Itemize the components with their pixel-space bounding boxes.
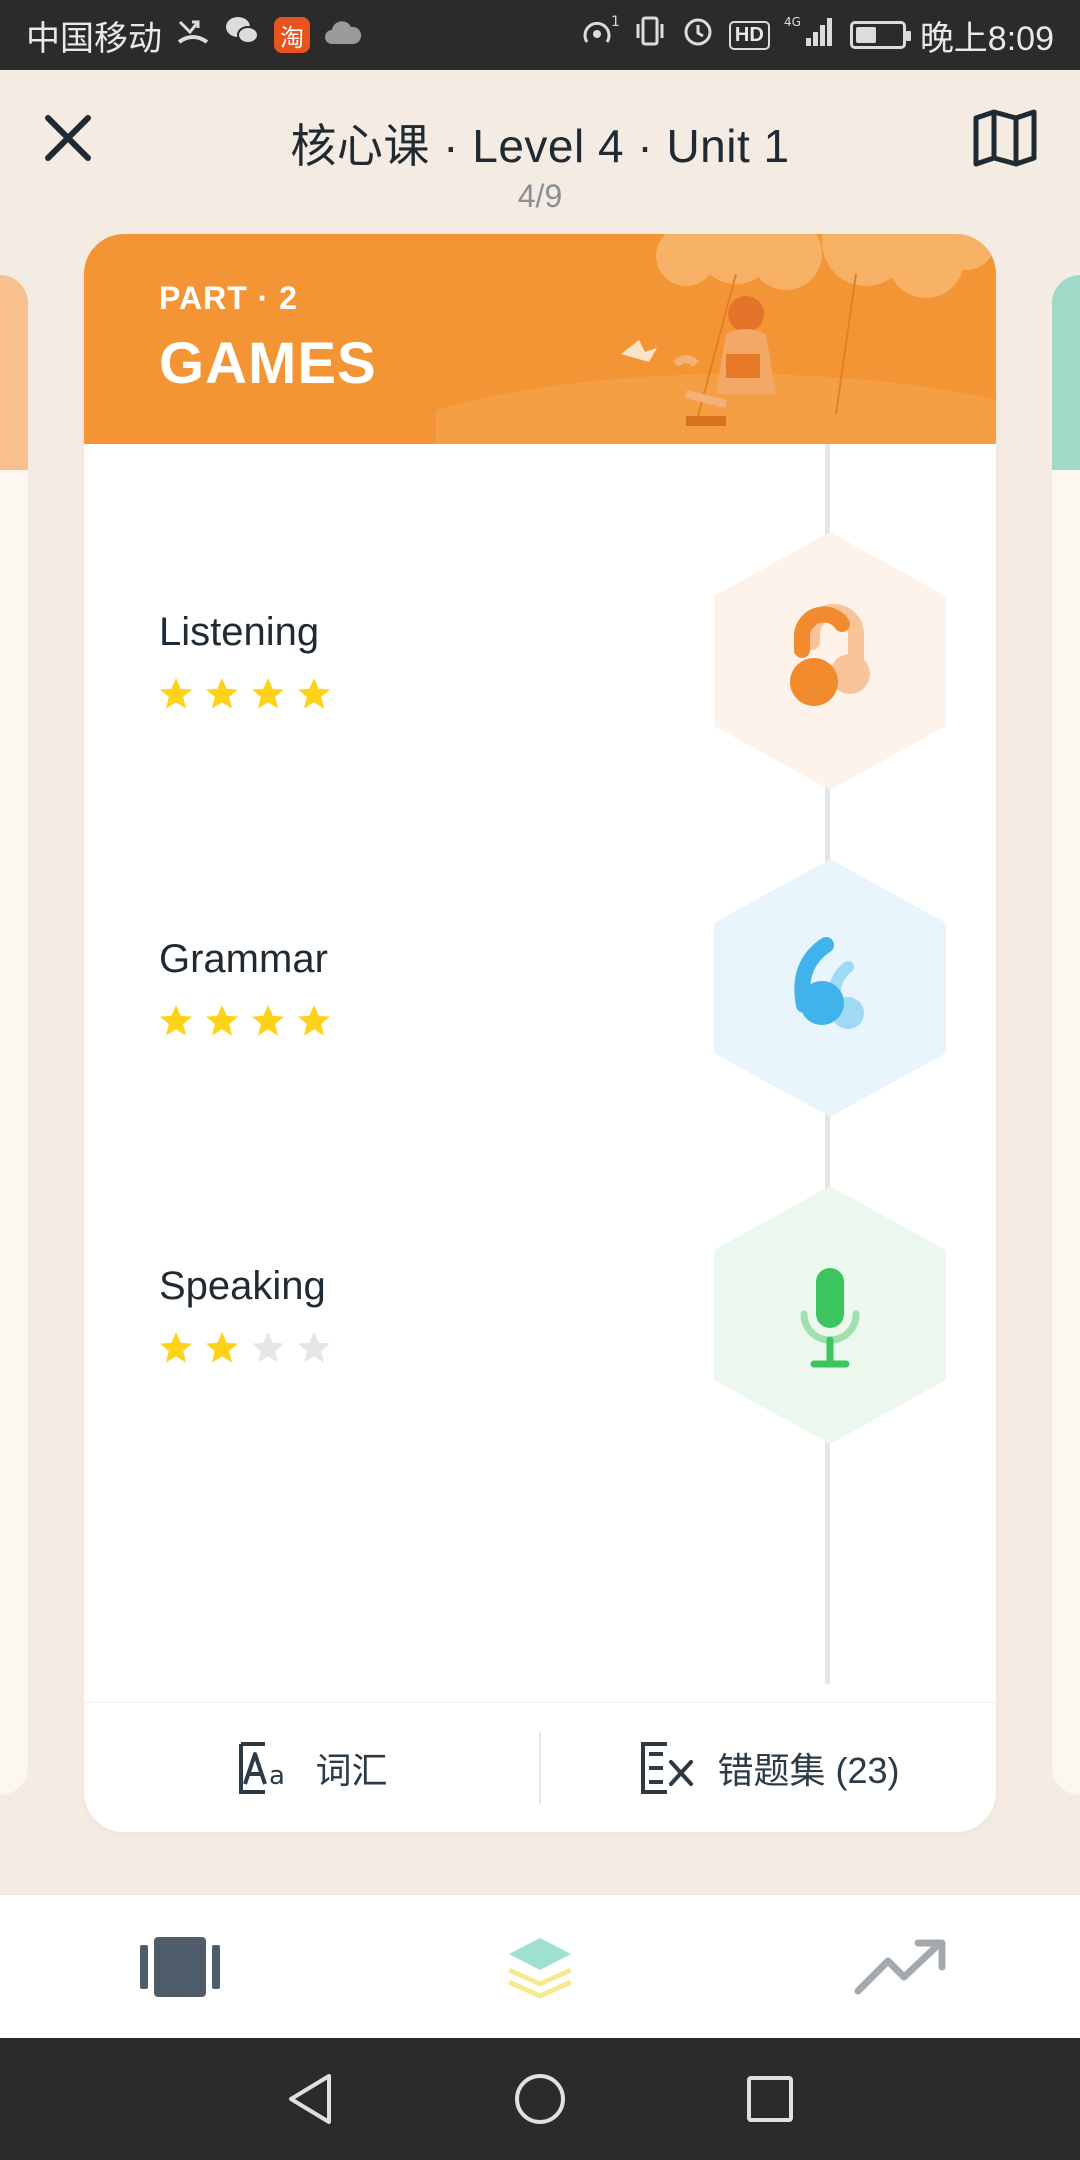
svg-text:1: 1: [611, 14, 619, 30]
layers-icon: [507, 1937, 573, 1998]
star-filled-icon: [206, 1332, 238, 1363]
star-filled-icon: [298, 678, 330, 709]
back-icon: [289, 2074, 331, 2124]
star-rating: [158, 676, 332, 712]
star-filled-icon: [160, 1005, 192, 1036]
next-card-peek[interactable]: [1052, 275, 1080, 1795]
carrier-name: 中国移动: [26, 19, 162, 58]
game-item-speaking[interactable]: Speaking: [84, 1184, 996, 1444]
page-title: 核心课 · Level 4 · Unit 1: [290, 120, 790, 172]
back-button[interactable]: [280, 2069, 340, 2129]
card-header: PART · 2 GAMES: [84, 234, 996, 444]
grammar-hexagon[interactable]: [712, 857, 948, 1119]
star-filled-icon: [160, 678, 192, 709]
svg-text:a: a: [269, 1761, 285, 1791]
girl-on-swing-illustration: [436, 234, 996, 444]
part-label: PART · 2: [159, 280, 298, 316]
previous-card-peek[interactable]: [0, 275, 28, 1795]
tab-progress[interactable]: [840, 1917, 960, 2017]
star-filled-icon: [206, 1005, 238, 1036]
wechat-icon: [224, 15, 260, 55]
games-card: PART · 2 GAMES Listening Grammar Speakin…: [84, 234, 996, 1832]
vocabulary-button[interactable]: a 词汇: [84, 1703, 539, 1832]
missed-call-icon: [176, 14, 210, 56]
listening-hexagon[interactable]: [712, 530, 948, 792]
bottom-tab-bar: [0, 1894, 1080, 2038]
alarm-icon: [681, 14, 715, 56]
hotspot-icon: 1: [579, 14, 620, 56]
tab-courses[interactable]: [120, 1917, 240, 2017]
card-footer: a 词汇 错题集 (23): [84, 1702, 996, 1832]
clock: 晚上8:09: [919, 19, 1054, 58]
svg-text:4G: 4G: [784, 15, 801, 29]
star-empty-icon: [298, 1332, 330, 1363]
recents-button[interactable]: [740, 2069, 800, 2129]
tab-levels[interactable]: [480, 1917, 600, 2017]
vocabulary-icon: a: [239, 1741, 285, 1794]
game-label: Grammar: [159, 937, 328, 981]
vibrate-icon: [633, 14, 667, 56]
star-filled-icon: [252, 1005, 284, 1036]
signal-icon: 4G: [784, 14, 836, 56]
star-filled-icon: [206, 678, 238, 709]
star-rating: [158, 1003, 332, 1039]
home-icon: [515, 2074, 565, 2124]
status-bar: 中国移动 淘 1 HD 4G 晚上8:09: [0, 0, 1080, 70]
star-rating: [158, 1330, 332, 1366]
mistakes-label: 错题集 (23): [717, 1749, 900, 1791]
game-item-grammar[interactable]: Grammar: [84, 857, 996, 1117]
system-nav-bar: [0, 2038, 1080, 2160]
hd-icon: HD: [728, 20, 770, 50]
cards-icon: [140, 1936, 220, 1997]
recents-icon: [747, 2076, 793, 2122]
mistakes-icon: [641, 1741, 694, 1794]
mistakes-button[interactable]: 错题集 (23): [541, 1703, 996, 1832]
game-item-listening[interactable]: Listening: [84, 530, 996, 790]
star-filled-icon: [298, 1005, 330, 1036]
speaking-hexagon[interactable]: [712, 1184, 948, 1446]
game-label: Speaking: [159, 1264, 326, 1308]
game-label: Listening: [159, 610, 320, 654]
trend-icon: [854, 1939, 946, 1994]
map-button[interactable]: [970, 106, 1040, 170]
star-filled-icon: [160, 1332, 192, 1363]
star-filled-icon: [252, 678, 284, 709]
progress-indicator: 4/9: [517, 178, 563, 214]
battery-icon: [849, 21, 911, 49]
cloud-icon: [324, 17, 362, 54]
map-icon: [973, 109, 1037, 167]
star-empty-icon: [252, 1332, 284, 1363]
home-button[interactable]: [510, 2069, 570, 2129]
header: 核心课 · Level 4 · Unit 1 4/9: [0, 70, 1080, 230]
part-title: GAMES: [159, 331, 377, 396]
taobao-icon: 淘: [274, 17, 310, 53]
vocabulary-label: 词汇: [315, 1749, 388, 1791]
